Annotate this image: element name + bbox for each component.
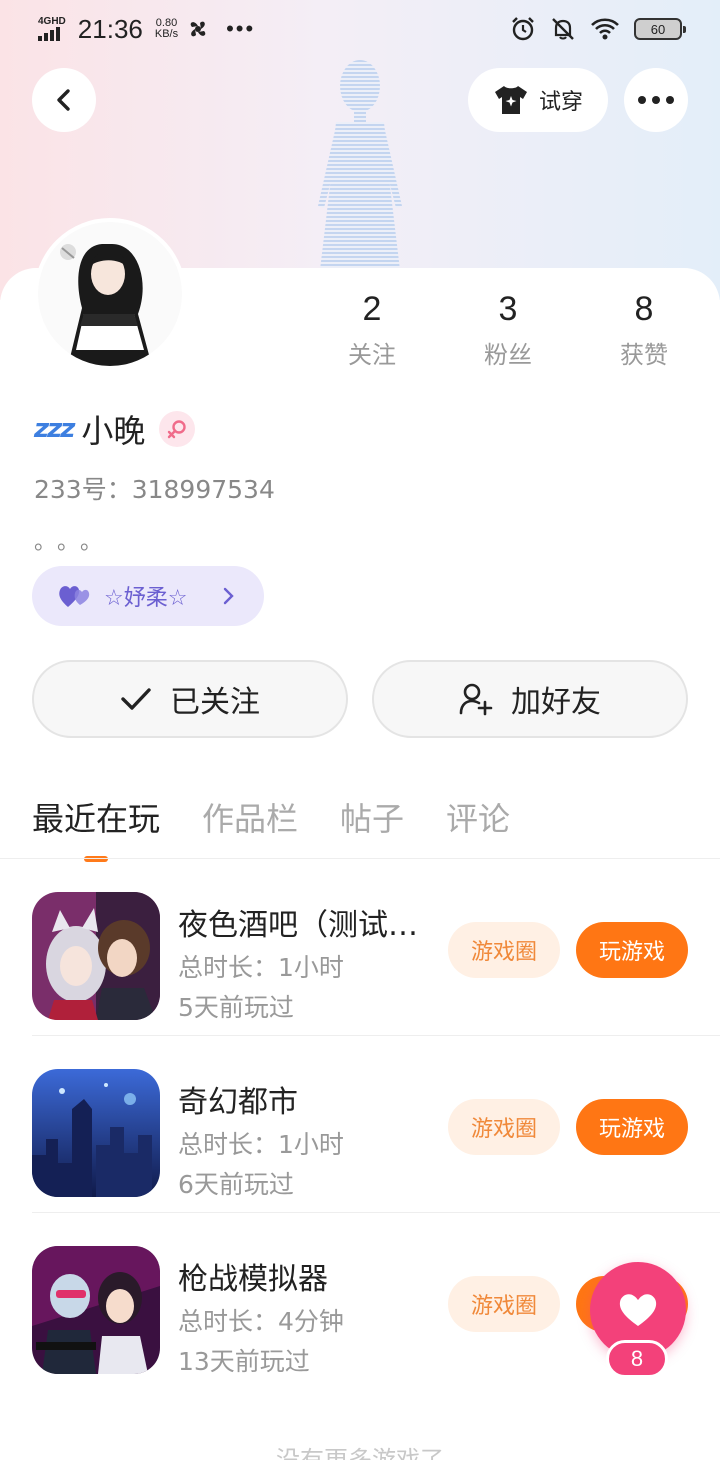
avatar-image	[38, 222, 182, 366]
add-friend-button[interactable]: 加好友	[372, 660, 688, 738]
game-icon	[32, 892, 160, 1020]
game-circle-button[interactable]: 游戏圈	[448, 1099, 560, 1155]
tab-works[interactable]: 作品栏	[202, 794, 298, 860]
game-circle-button[interactable]: 游戏圈	[448, 922, 560, 978]
tab-comments[interactable]: 评论	[446, 794, 510, 860]
stat-label: 获赞	[620, 341, 668, 369]
stat-label: 粉丝	[484, 341, 532, 369]
gender-female-icon	[159, 411, 196, 447]
add-friend-label: 加好友	[511, 685, 601, 720]
more-dots-icon	[638, 96, 674, 104]
avatar-3d-figure	[318, 60, 402, 270]
list-end-text: 没有更多游戏了	[276, 1446, 444, 1460]
cp-relation-label: ☆妤柔☆	[104, 586, 188, 611]
stat-value: 2	[362, 290, 382, 328]
tshirt-icon	[494, 86, 527, 114]
game-title: 夜色酒吧（测试…	[178, 908, 418, 943]
followed-label: 已关注	[170, 685, 260, 720]
game-list-item[interactable]: 奇幻都市 总时长：1小时 6天前玩过 游戏圈 玩游戏	[32, 1037, 720, 1213]
avatar[interactable]	[34, 218, 186, 370]
tab-posts[interactable]: 帖子	[340, 794, 404, 860]
stat-value: 8	[634, 290, 654, 328]
game-last-played: 13天前玩过	[178, 1347, 310, 1376]
try-on-button[interactable]: 试穿	[468, 68, 608, 132]
user-bio: 。。。	[34, 530, 115, 555]
game-duration: 总时长：4分钟	[178, 1307, 344, 1336]
game-duration: 总时长：1小时	[178, 1130, 344, 1159]
game-last-played: 6天前玩过	[178, 1170, 294, 1199]
stat-fans[interactable]: 3 粉丝	[440, 290, 576, 380]
stat-following[interactable]: 2 关注	[304, 290, 440, 380]
stat-label: 关注	[348, 341, 396, 369]
followed-button[interactable]: 已关注	[32, 660, 348, 738]
alarm-icon	[512, 17, 534, 41]
user-id: 233号：318997534	[34, 475, 275, 504]
game-icon	[32, 1246, 160, 1374]
tabs-divider	[0, 858, 720, 859]
sleep-status-icon: zzz	[34, 414, 75, 444]
more-options-button[interactable]	[624, 68, 688, 132]
network-type: 4GHD	[38, 16, 66, 27]
profile-stats: 2 关注 3 粉丝 8 获赞	[304, 290, 712, 380]
signal-icon	[38, 27, 66, 41]
stat-likes[interactable]: 8 获赞	[576, 290, 712, 380]
name-row: zzz 小晚	[34, 406, 196, 452]
chevron-right-icon	[223, 587, 234, 605]
nickname: 小晚	[81, 412, 146, 450]
clock: 21:36	[77, 13, 143, 44]
cp-relation-pill[interactable]: ☆妤柔☆	[32, 566, 264, 626]
add-user-icon	[459, 683, 493, 716]
wifi-icon	[591, 18, 619, 40]
fan-icon	[190, 21, 206, 37]
play-game-button[interactable]: 玩游戏	[576, 922, 688, 978]
game-circle-button[interactable]: 游戏圈	[448, 1276, 560, 1332]
mute-bell-icon	[552, 18, 574, 40]
try-on-label: 试穿	[538, 90, 583, 115]
game-last-played: 5天前玩过	[178, 993, 294, 1022]
chevron-left-icon	[57, 89, 70, 111]
more-notifications-icon: •••	[226, 16, 256, 41]
game-icon	[32, 1069, 160, 1197]
status-bar: 4GHD 21:36 0.80 KB/s ••• 60	[0, 0, 720, 58]
game-title: 奇幻都市	[178, 1085, 298, 1120]
profile-tabs: 最近在玩 作品栏 帖子 评论	[32, 794, 510, 862]
like-count-badge: 8	[606, 1340, 668, 1378]
game-title: 枪战模拟器	[178, 1262, 328, 1297]
network-speed: 0.80 KB/s	[154, 17, 179, 40]
back-button[interactable]	[32, 68, 96, 132]
heart-icon	[619, 1294, 657, 1326]
battery-icon: 60	[634, 18, 686, 40]
double-heart-icon	[59, 586, 90, 607]
tab-recently-played[interactable]: 最近在玩	[32, 794, 160, 862]
play-game-button[interactable]: 玩游戏	[576, 1099, 688, 1155]
stat-value: 3	[498, 290, 518, 328]
game-duration: 总时长：1小时	[178, 953, 344, 982]
checkmark-icon	[121, 688, 151, 710]
game-list-item[interactable]: 夜色酒吧（测试… 总时长：1小时 5天前玩过 游戏圈 玩游戏	[32, 860, 720, 1036]
